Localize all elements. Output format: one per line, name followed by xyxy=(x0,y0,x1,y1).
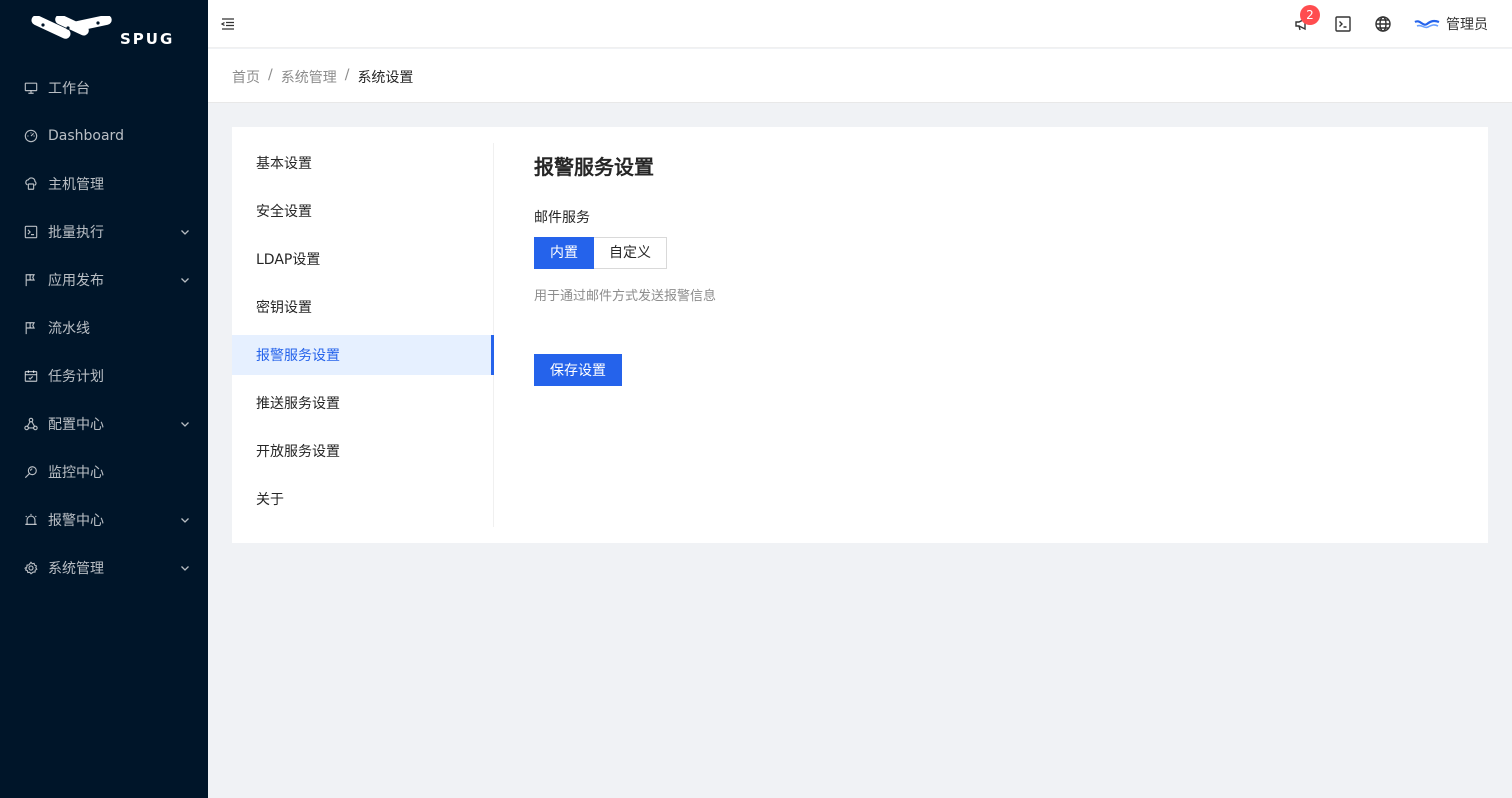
monitor-icon xyxy=(24,465,38,479)
chevron-down-icon xyxy=(181,230,189,235)
settings-nav-open-service[interactable]: 开放服务设置 xyxy=(232,431,493,471)
chevron-down-icon xyxy=(181,518,189,523)
sidebar-item-batch-exec[interactable]: 批量执行 xyxy=(0,208,208,256)
breadcrumb-current: 系统设置 xyxy=(357,70,414,86)
settings-nav-security[interactable]: 安全设置 xyxy=(232,191,493,231)
radio-builtin[interactable]: 内置 xyxy=(534,237,594,269)
breadcrumb-separator: / xyxy=(344,67,350,83)
sidebar-item-schedule[interactable]: 任务计划 xyxy=(0,352,208,400)
sidebar-item-workbench[interactable]: 工作台 xyxy=(0,64,208,112)
flag-icon xyxy=(24,321,38,335)
breadcrumb-system[interactable]: 系统管理 xyxy=(281,67,337,87)
settings-nav-push-service[interactable]: 推送服务设置 xyxy=(232,383,493,423)
sidebar-item-hosts[interactable]: 主机管理 xyxy=(0,160,208,208)
schedule-icon xyxy=(24,369,38,383)
sidebar: SPUG 工作台 Dashboard 主机管理 批量执行 应用发布 流水线 任务… xyxy=(0,0,208,798)
alert-icon xyxy=(24,513,38,527)
mail-service-radio-group: 内置 自定义 xyxy=(534,237,1434,269)
notification-icon[interactable]: 2 xyxy=(1294,5,1320,33)
sidebar-item-label: 配置中心 xyxy=(48,417,104,433)
avatar xyxy=(1414,19,1440,29)
terminal-icon[interactable] xyxy=(1334,15,1352,33)
settings-nav: 基本设置 安全设置 LDAP设置 密钥设置 报警服务设置 推送服务设置 开放服务… xyxy=(232,143,494,527)
setting-icon xyxy=(24,561,38,575)
settings-nav-about[interactable]: 关于 xyxy=(232,479,493,519)
sidebar-item-app-release[interactable]: 应用发布 xyxy=(0,256,208,304)
sidebar-item-dashboard[interactable]: Dashboard xyxy=(0,112,208,160)
sidebar-item-label: 批量执行 xyxy=(48,225,104,241)
cloud-server-icon xyxy=(24,177,38,191)
global-icon[interactable] xyxy=(1374,15,1392,33)
sidebar-item-pipeline[interactable]: 流水线 xyxy=(0,304,208,352)
radio-custom[interactable]: 自定义 xyxy=(594,237,667,269)
breadcrumb-separator: / xyxy=(268,67,273,83)
sidebar-menu: 工作台 Dashboard 主机管理 批量执行 应用发布 流水线 任务计划 配置… xyxy=(0,64,208,592)
sidebar-item-label: 报警中心 xyxy=(48,513,104,529)
breadcrumb: 首页 / 系统管理 / 系统设置 xyxy=(232,67,413,87)
breadcrumb-bar: 首页 / 系统管理 / 系统设置 xyxy=(208,49,1512,103)
chevron-down-icon xyxy=(181,422,189,427)
menu-fold-icon[interactable] xyxy=(220,16,236,32)
desktop-icon xyxy=(24,81,38,95)
header-actions: 2 管理员 xyxy=(1272,0,1488,48)
terminal-icon xyxy=(24,225,38,239)
sidebar-item-monitor[interactable]: 监控中心 xyxy=(0,448,208,496)
notification-badge: 2 xyxy=(1300,5,1320,25)
settings-nav-alarm-service[interactable]: 报警服务设置 xyxy=(232,335,494,375)
sidebar-item-label: 工作台 xyxy=(48,81,90,97)
sidebar-item-label: 主机管理 xyxy=(48,177,104,193)
chevron-down-icon xyxy=(181,278,189,283)
sidebar-item-label: 系统管理 xyxy=(48,561,104,577)
save-button[interactable]: 保存设置 xyxy=(534,354,622,386)
sidebar-item-alarm[interactable]: 报警中心 xyxy=(0,496,208,544)
sidebar-item-config-center[interactable]: 配置中心 xyxy=(0,400,208,448)
mail-service-label: 邮件服务 xyxy=(534,210,590,226)
sidebar-item-label: 流水线 xyxy=(48,321,90,337)
breadcrumb-home[interactable]: 首页 xyxy=(232,67,260,87)
sidebar-item-label: 应用发布 xyxy=(48,273,104,289)
dashboard-icon xyxy=(24,129,38,143)
mail-service-help: 用于通过邮件方式发送报警信息 xyxy=(534,289,717,304)
deployment-icon xyxy=(24,417,38,431)
settings-card: 基本设置 安全设置 LDAP设置 密钥设置 报警服务设置 推送服务设置 开放服务… xyxy=(232,127,1488,543)
settings-content: 报警服务设置 邮件服务 内置 自定义 用于通过邮件方式发送报警信息 保存设置 xyxy=(534,153,1434,386)
user-menu[interactable]: 管理员 xyxy=(1414,14,1488,34)
chevron-down-icon xyxy=(181,566,189,571)
logo-text: SPUG xyxy=(120,30,175,48)
top-header: 2 管理员 xyxy=(208,0,1512,48)
settings-nav-basic[interactable]: 基本设置 xyxy=(232,143,493,183)
logo-icon xyxy=(31,14,112,39)
sidebar-item-label: Dashboard xyxy=(48,128,124,144)
page-title: 报警服务设置 xyxy=(534,155,654,179)
user-name: 管理员 xyxy=(1446,17,1488,33)
settings-nav-ldap[interactable]: LDAP设置 xyxy=(232,239,493,279)
sidebar-item-label: 任务计划 xyxy=(48,369,104,385)
settings-nav-keys[interactable]: 密钥设置 xyxy=(232,287,493,327)
flag-icon xyxy=(24,273,38,287)
sidebar-item-label: 监控中心 xyxy=(48,465,104,481)
spug-logo[interactable]: SPUG xyxy=(28,14,180,50)
sidebar-item-system[interactable]: 系统管理 xyxy=(0,544,208,592)
